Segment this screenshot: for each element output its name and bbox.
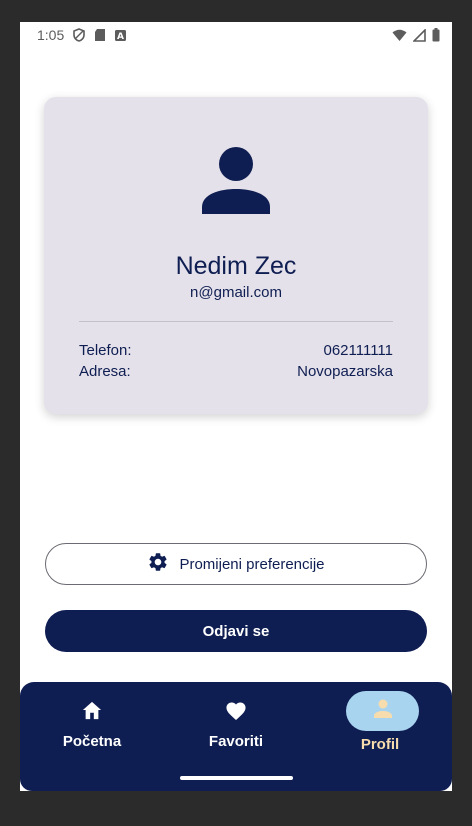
nav-item-favorites[interactable]: Favoriti: [164, 682, 308, 772]
wifi-icon: [392, 29, 407, 45]
status-right-icons: [392, 27, 440, 45]
active-indicator: [346, 691, 419, 731]
app-screen: 1:05 A Nedim Zec n@gmail.com Telefon: 06…: [20, 22, 452, 791]
shield-icon: [72, 28, 86, 45]
person-icon: [371, 697, 395, 726]
device-frame: 1:05 A Nedim Zec n@gmail.com Telefon: 06…: [0, 0, 472, 826]
nav-item-home[interactable]: Početna: [20, 682, 164, 772]
address-label: Adresa:: [79, 363, 131, 380]
status-bar: 1:05 A: [20, 22, 452, 48]
heart-icon: [224, 700, 248, 726]
logout-button[interactable]: Odjavi se: [45, 610, 427, 652]
logout-label: Odjavi se: [202, 622, 270, 640]
a-badge-icon: A: [114, 28, 128, 45]
change-preferences-button[interactable]: Promijeni preferencije: [45, 543, 427, 585]
status-time: 1:05: [37, 27, 65, 43]
bottom-navigation: Početna Favoriti Profil: [20, 682, 452, 791]
profile-card: Nedim Zec n@gmail.com Telefon: 062111111…: [44, 97, 428, 414]
gear-icon: [147, 551, 169, 577]
change-preferences-label: Promijeni preferencije: [179, 555, 325, 573]
sd-card-icon: [94, 28, 106, 45]
person-icon: [200, 145, 272, 217]
nav-label-favorites: Favoriti: [208, 733, 264, 750]
nav-item-profile[interactable]: Profil: [308, 682, 452, 772]
nav-label-home: Početna: [62, 733, 122, 750]
phone-label: Telefon:: [79, 342, 132, 359]
nav-label-profile: Profil: [360, 736, 400, 753]
battery-icon: [432, 28, 440, 45]
profile-email: n@gmail.com: [190, 284, 282, 301]
gesture-handle: [180, 776, 293, 780]
status-left-icons: A: [72, 28, 128, 45]
home-icon: [81, 700, 103, 725]
phone-value: 062111111: [323, 342, 393, 359]
card-divider: [79, 321, 393, 322]
profile-name: Nedim Zec: [175, 252, 297, 280]
address-value: Novopazarska: [297, 363, 393, 380]
svg-text:A: A: [117, 32, 124, 42]
signal-icon: [412, 27, 426, 45]
